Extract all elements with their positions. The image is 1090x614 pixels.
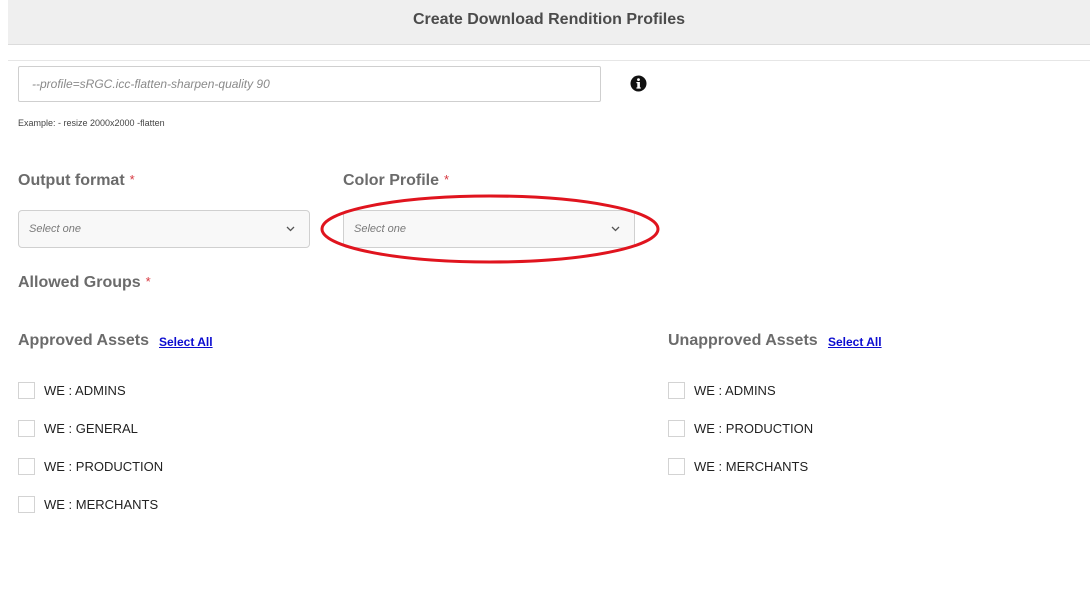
checkbox[interactable]: [18, 419, 35, 437]
checkbox[interactable]: [18, 495, 35, 513]
output-format-label-text: Output format: [18, 172, 125, 189]
checkbox-row[interactable]: WE : MERCHANTS: [668, 457, 808, 475]
checkbox-row[interactable]: WE : ADMINS: [18, 381, 126, 399]
checkbox[interactable]: [668, 381, 685, 399]
checkbox[interactable]: [668, 419, 685, 437]
color-profile-label-text: Color Profile: [343, 172, 440, 189]
example-hint: Example: - resize 2000x2000 -flatten: [18, 118, 165, 128]
color-profile-select[interactable]: Select one: [343, 210, 635, 248]
chevron-down-icon: [611, 226, 620, 232]
checkbox-label: WE : MERCHANTS: [694, 458, 809, 474]
checkbox-label: WE : GENERAL: [44, 420, 138, 436]
checkbox-label: WE : ADMINS: [694, 382, 776, 398]
page-title: Create Download Rendition Profiles: [412, 11, 686, 28]
checkbox-row[interactable]: WE : ADMINS: [668, 381, 776, 399]
approved-assets-title: Approved Assets: [18, 332, 149, 349]
output-format-select[interactable]: Select one: [18, 210, 310, 248]
required-marker: *: [145, 274, 151, 289]
unapproved-assets-title: Unapproved Assets: [668, 332, 818, 349]
output-format-select-value: Select one: [29, 223, 81, 235]
unapproved-select-all-link[interactable]: Select All: [828, 335, 882, 349]
chevron-down-icon: [286, 226, 295, 232]
page: Create Download Rendition Profiles Examp…: [0, 0, 1090, 614]
checkbox[interactable]: [18, 457, 35, 475]
output-format-label: Output format *: [18, 172, 135, 190]
checkbox-label: WE : PRODUCTION: [694, 420, 814, 436]
header-bar: Create Download Rendition Profiles: [8, 0, 1090, 45]
checkbox-label: WE : ADMINS: [44, 382, 126, 398]
allowed-groups-label-text: Allowed Groups: [18, 274, 141, 291]
checkbox-row[interactable]: WE : GENERAL: [18, 419, 138, 437]
checkbox-row[interactable]: WE : PRODUCTION: [18, 457, 163, 475]
checkbox-row[interactable]: WE : MERCHANTS: [18, 495, 158, 513]
required-marker: *: [444, 172, 450, 187]
allowed-groups-label: Allowed Groups *: [18, 274, 151, 292]
required-marker: *: [129, 172, 135, 187]
info-icon[interactable]: [630, 75, 647, 92]
checkbox[interactable]: [18, 381, 35, 399]
approved-select-all-link[interactable]: Select All: [159, 335, 213, 349]
checkbox-label: WE : MERCHANTS: [44, 496, 159, 512]
checkbox-label: WE : PRODUCTION: [44, 458, 164, 474]
divider: [8, 60, 1090, 61]
checkbox[interactable]: [668, 457, 685, 475]
checkbox-row[interactable]: WE : PRODUCTION: [668, 419, 813, 437]
color-profile-select-value: Select one: [354, 223, 406, 235]
command-line-input[interactable]: [18, 66, 601, 102]
color-profile-label: Color Profile *: [343, 172, 449, 190]
